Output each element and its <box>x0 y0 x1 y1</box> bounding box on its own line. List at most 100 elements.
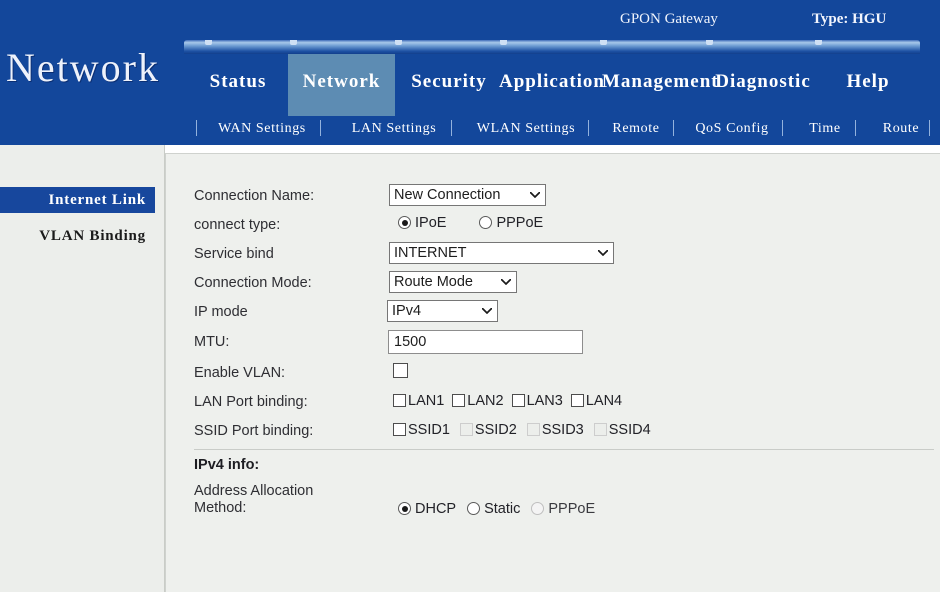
subnav-separator-7 <box>929 120 930 136</box>
enable-vlan-checkbox-control[interactable] <box>393 363 408 378</box>
ssid-port-checkbox-ssid3: SSID3 <box>526 421 584 439</box>
gateway-model-label: GPON Gateway <box>620 11 718 27</box>
address-allocation-group: DHCP Static PPPoE <box>398 500 595 518</box>
connection-name-label: Connection Name: <box>194 188 315 204</box>
tab-notch-0 <box>205 40 212 45</box>
subnav-item-route[interactable]: Route <box>878 118 924 140</box>
subnav-item-wlan-settings[interactable]: WLAN Settings <box>472 118 580 140</box>
section-divider <box>194 449 934 450</box>
ssid-port-checkbox-ssid2-control <box>459 423 473 436</box>
content-panel: Connection Name: New Connection connect ty… <box>165 153 940 592</box>
ip-mode-select-value: IPv4 <box>392 303 422 319</box>
service-bind-select-value: INTERNET <box>394 245 467 261</box>
lan-port-checkbox-lan1-label: LAN1 <box>408 393 445 409</box>
ip-mode-select[interactable]: IPv4 <box>387 300 498 322</box>
subnav-item-remote[interactable]: Remote <box>608 118 664 140</box>
lan-port-checkbox-lan3[interactable]: LAN3 <box>511 392 563 410</box>
nav-tab-status[interactable]: Status <box>188 54 288 110</box>
connection-name-select-value: New Connection <box>394 187 501 203</box>
sidebar-item-vlan-binding[interactable]: VLAN Binding <box>0 223 155 249</box>
lan-port-checkbox-lan2[interactable]: LAN2 <box>452 392 504 410</box>
connection-mode-select-value: Route Mode <box>394 274 473 290</box>
tab-notch-4 <box>600 40 607 45</box>
lan-port-checkbox-lan4-label: LAN4 <box>585 393 623 409</box>
subnav-separator-4 <box>673 120 674 136</box>
subnav-item-qos-config[interactable]: QoS Config <box>690 118 774 140</box>
wan-connection-form: Connection Name: New Connection connect ty… <box>166 154 940 593</box>
enable-vlan-checkbox[interactable] <box>393 363 408 381</box>
nav-tab-application[interactable]: Application <box>497 54 607 110</box>
subnav-item-time[interactable]: Time <box>805 118 845 140</box>
mtu-input-value: 1500 <box>394 334 427 350</box>
connect-type-label: connect type: <box>194 217 281 233</box>
lan-port-checkbox-lan2-label: LAN2 <box>467 393 504 409</box>
nav-tab-management[interactable]: Management <box>602 54 718 110</box>
ssid-port-checkbox-ssid1-control[interactable] <box>393 423 406 436</box>
connect-type-radio-ipoe-control[interactable] <box>398 216 411 229</box>
connection-mode-select[interactable]: Route Mode <box>389 271 517 293</box>
router-admin-page: Network GPON Gateway Type: HGU Status Net… <box>0 0 940 592</box>
lan-port-checkbox-lan4[interactable]: LAN4 <box>570 392 623 410</box>
tab-notch-2 <box>395 40 402 45</box>
page-body: Internet Link VLAN Binding Connection Nam… <box>0 145 940 592</box>
ssid-port-checkbox-ssid4-control <box>593 423 607 436</box>
address-allocation-radio-static-control[interactable] <box>467 502 481 515</box>
device-type-label: Type: HGU <box>812 11 887 27</box>
subnav-item-wan-settings[interactable]: WAN Settings <box>212 118 312 140</box>
ssid-port-checkbox-ssid2-label: SSID2 <box>474 422 517 438</box>
ssid-port-binding-group: SSID1 SSID2 SSID3 SSID4 <box>393 421 651 439</box>
nav-tab-diagnostic[interactable]: Diagnostic <box>708 54 818 110</box>
enable-vlan-label: Enable VLAN: <box>194 365 286 381</box>
lan-port-checkbox-lan3-control[interactable] <box>511 394 525 407</box>
ssid-port-checkbox-ssid3-label: SSID3 <box>541 422 584 438</box>
lan-port-binding-label: LAN Port binding: <box>194 394 308 410</box>
nav-tab-security[interactable]: Security <box>395 54 503 110</box>
address-allocation-radio-dhcp[interactable]: DHCP <box>398 500 456 518</box>
address-allocation-radio-static[interactable]: Static <box>467 500 520 518</box>
connection-name-select[interactable]: New Connection <box>389 184 546 206</box>
ssid-port-checkbox-ssid1-label: SSID1 <box>408 422 450 438</box>
lan-port-checkbox-lan4-control[interactable] <box>570 394 584 407</box>
lan-port-checkbox-lan1-control[interactable] <box>393 394 406 407</box>
sidebar-item-internet-link[interactable]: Internet Link <box>0 187 155 213</box>
ip-mode-label: IP mode <box>194 304 248 320</box>
mtu-input[interactable]: 1500 <box>388 330 583 354</box>
connect-type-radio-pppoe[interactable]: PPPoE <box>479 214 543 232</box>
address-allocation-radio-dhcp-control[interactable] <box>398 502 411 515</box>
subnav-separator-6 <box>855 120 856 136</box>
brand-logo: Network <box>6 45 160 90</box>
connect-type-radio-ipoe-label: IPoE <box>415 215 447 231</box>
lan-port-checkbox-lan2-control[interactable] <box>452 394 466 407</box>
connection-mode-label: Connection Mode: <box>194 275 312 291</box>
ssid-port-checkbox-ssid2: SSID2 <box>459 421 517 439</box>
page-header: Network GPON Gateway Type: HGU Status Net… <box>0 0 940 145</box>
chevron-down-icon <box>598 250 608 256</box>
address-allocation-radio-dhcp-label: DHCP <box>415 501 457 517</box>
lan-port-checkbox-lan1[interactable]: LAN1 <box>393 392 444 410</box>
lan-port-checkbox-lan3-label: LAN3 <box>526 393 563 409</box>
address-allocation-radio-static-label: Static <box>484 501 521 517</box>
ssid-port-checkbox-ssid4-label: SSID4 <box>608 422 651 438</box>
address-allocation-label-line2: Method: <box>194 500 247 516</box>
address-allocation-radio-pppoe-control <box>531 502 545 515</box>
address-allocation-radio-pppoe: PPPoE <box>531 500 595 518</box>
subnav-item-lan-settings[interactable]: LAN Settings <box>344 118 444 140</box>
chevron-down-icon <box>530 192 540 198</box>
subnav-separator-5 <box>782 120 783 136</box>
service-bind-label: Service bind <box>194 246 274 262</box>
connect-type-radio-pppoe-control[interactable] <box>479 216 493 229</box>
ssid-port-checkbox-ssid3-control <box>526 423 540 436</box>
main-navigation: Status Network Security Application Manageme… <box>184 54 920 116</box>
tab-strip-notches <box>184 40 920 46</box>
connect-type-radio-ipoe[interactable]: IPoE <box>398 214 446 232</box>
subnav-separator-3 <box>588 120 589 136</box>
nav-tab-network[interactable]: Network <box>288 54 395 116</box>
ssid-port-binding-label: SSID Port binding: <box>194 423 314 439</box>
address-allocation-label: Address Allocation Method: <box>194 483 364 517</box>
subnav-separator-2 <box>451 120 452 136</box>
connect-type-radio-pppoe-label: PPPoE <box>496 215 544 231</box>
sidebar: Internet Link VLAN Binding <box>0 145 165 592</box>
ssid-port-checkbox-ssid1[interactable]: SSID1 <box>393 421 450 439</box>
nav-tab-help[interactable]: Help <box>822 54 914 110</box>
service-bind-select[interactable]: INTERNET <box>389 242 614 264</box>
